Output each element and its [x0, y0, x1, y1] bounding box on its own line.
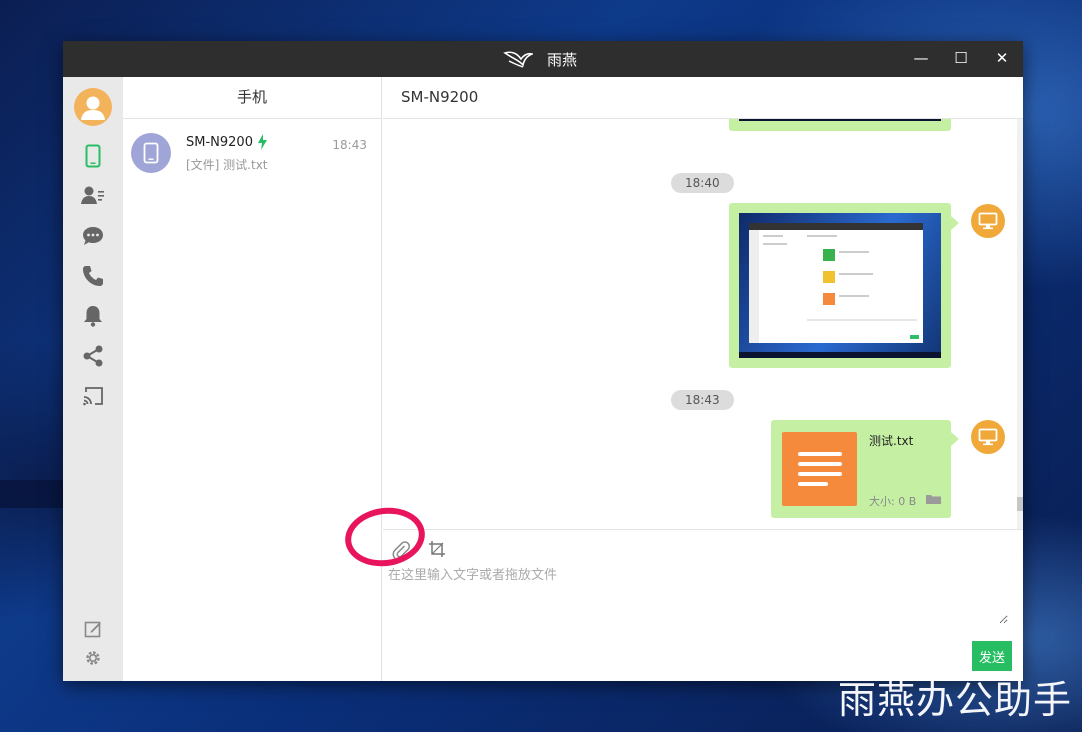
- file-name: 测试.txt: [869, 434, 914, 448]
- composer: 发送: [383, 529, 1023, 681]
- settings-button[interactable]: [81, 646, 105, 670]
- image-message-partial[interactable]: [729, 119, 951, 131]
- message-input[interactable]: [388, 564, 1008, 624]
- chat-panel: SM-N9200 18:40 18:43 测试.txt 大小: 0 B 在这里输…: [383, 77, 1023, 681]
- user-icon: [81, 96, 105, 120]
- pc-avatar: [971, 420, 1005, 454]
- image-message[interactable]: [729, 203, 951, 368]
- scrollbar[interactable]: [1017, 119, 1023, 529]
- edit-icon: [84, 621, 101, 638]
- minimize-button[interactable]: —: [908, 45, 934, 71]
- maximize-button[interactable]: ☐: [948, 45, 974, 71]
- message-image: [739, 119, 941, 121]
- chat-bubble-icon: [83, 227, 103, 245]
- sidebar: [63, 77, 123, 681]
- title-bar[interactable]: 雨燕 — ☐ ✕: [63, 41, 1023, 77]
- sidebar-item-notifications[interactable]: [81, 304, 105, 328]
- call-icon: [83, 266, 103, 286]
- sidebar-item-cast[interactable]: [81, 384, 105, 408]
- screenshot-crop-button[interactable]: [428, 540, 446, 558]
- send-button[interactable]: 发送: [972, 641, 1012, 671]
- close-button[interactable]: ✕: [989, 45, 1015, 71]
- user-avatar[interactable]: [74, 88, 112, 126]
- cast-icon: [83, 387, 103, 406]
- phone-icon: [143, 142, 159, 164]
- file-message[interactable]: 测试.txt 大小: 0 B: [771, 420, 951, 518]
- sidebar-item-share[interactable]: [81, 344, 105, 368]
- window-title: 雨燕: [547, 50, 578, 69]
- timestamp: 18:40: [671, 173, 734, 193]
- text-file-icon: [782, 432, 857, 506]
- bubble-tail: [951, 432, 959, 446]
- device-avatar: [131, 133, 171, 173]
- edit-button[interactable]: [81, 617, 105, 641]
- contact-list-panel: 手机 SM-N9200 18:43 [文件] 测试.txt: [123, 77, 382, 681]
- contact-time: 18:43: [332, 138, 367, 152]
- share-icon: [83, 345, 103, 367]
- contact-card-icon: [81, 186, 104, 204]
- pc-avatar: [971, 204, 1005, 238]
- sidebar-item-messages[interactable]: [81, 224, 105, 248]
- contact-list-title: 手机: [123, 77, 381, 119]
- phone-icon: [85, 144, 101, 168]
- chat-title: SM-N9200: [383, 77, 1023, 119]
- app-window: 雨燕 — ☐ ✕ 手机 SM-N9200 18:43 [文件] 测试.txt S…: [63, 41, 1023, 681]
- message-image: [739, 213, 941, 358]
- swallow-logo-icon: [503, 51, 533, 68]
- contact-name: SM-N9200: [186, 134, 253, 150]
- sidebar-item-phone[interactable]: [81, 144, 105, 168]
- bubble-tail: [951, 216, 959, 230]
- sidebar-item-calls[interactable]: [81, 264, 105, 288]
- message-list[interactable]: 18:40 18:43 测试.txt 大小: 0 B: [383, 119, 1023, 529]
- scrollbar-thumb[interactable]: [1017, 497, 1023, 511]
- battery-charging-icon: [257, 134, 267, 150]
- contact-item[interactable]: SM-N9200 18:43 [文件] 测试.txt: [123, 120, 381, 186]
- folder-icon[interactable]: [926, 494, 941, 504]
- bell-icon: [84, 306, 102, 327]
- timestamp: 18:43: [671, 390, 734, 410]
- sidebar-item-contacts[interactable]: [81, 184, 105, 208]
- monitor-icon: [978, 212, 998, 230]
- gear-icon: [86, 651, 100, 665]
- watermark-text: 雨燕办公助手: [837, 678, 1072, 722]
- desktop-taskbar-fragment: [0, 480, 70, 508]
- contact-preview: [文件] 测试.txt: [186, 158, 268, 172]
- monitor-icon: [978, 428, 998, 446]
- file-size: 大小: 0 B: [869, 495, 917, 508]
